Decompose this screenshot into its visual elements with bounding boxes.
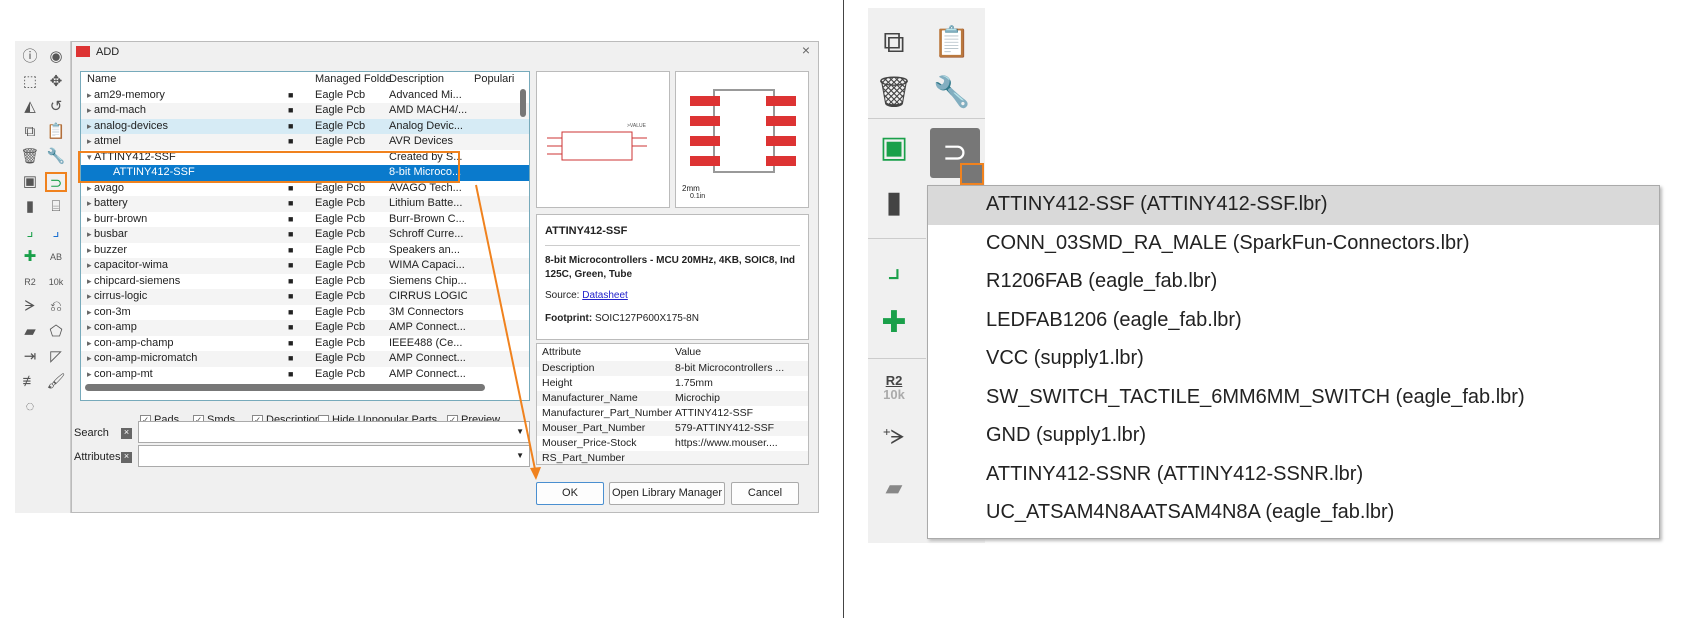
replace-icon[interactable]: ▮ — [874, 183, 914, 223]
paste-icon[interactable]: 📋 — [932, 23, 972, 63]
divider — [843, 0, 844, 618]
recent-part-item[interactable]: ATTINY412-SSNR (ATTINY412-SSNR.lbr) — [928, 456, 1659, 495]
recent-parts-menu: ATTINY412-SSF (ATTINY412-SSF.lbr) CONN_03… — [927, 185, 1660, 539]
add-library-icon[interactable]: ▣ — [874, 128, 914, 168]
copy-icon[interactable]: ⧉ — [874, 23, 914, 63]
recent-part-item[interactable]: VCC (supply1.lbr) — [928, 340, 1659, 379]
recent-part-item[interactable]: R1206FAB (eagle_fab.lbr) — [928, 263, 1659, 302]
wire-icon[interactable]: ⌟ — [874, 248, 914, 288]
recent-part-item[interactable]: GND (supply1.lbr) — [928, 417, 1659, 456]
annotation-arrow — [475, 184, 541, 480]
junction-icon[interactable]: ✚ — [874, 303, 914, 343]
delete-icon[interactable]: 🗑 — [874, 73, 914, 113]
chip-icon[interactable]: ▰ — [874, 468, 914, 508]
recent-parts-dropdown-icon[interactable] — [960, 163, 984, 185]
recent-part-item[interactable]: CONN_03SMD_RA_MALE (SparkFun-Connectors.… — [928, 225, 1659, 264]
recent-part-item[interactable]: LEDFAB1206 (eagle_fab.lbr) — [928, 302, 1659, 341]
name-value-icon[interactable]: R2 10k — [874, 368, 914, 408]
gate-icon[interactable]: ⁺ᗒ — [874, 418, 914, 458]
wrench-icon[interactable]: 🔧 — [932, 73, 972, 113]
recent-part-item[interactable]: SW_SWITCH_TACTILE_6MM6MM_SWITCH (eagle_f… — [928, 379, 1659, 418]
recent-part-item[interactable]: ATTINY412-SSF (ATTINY412-SSF.lbr) — [928, 186, 1659, 225]
recent-part-item[interactable]: UC_ATSAM4N8AATSAM4N8A (eagle_fab.lbr) — [928, 494, 1659, 533]
